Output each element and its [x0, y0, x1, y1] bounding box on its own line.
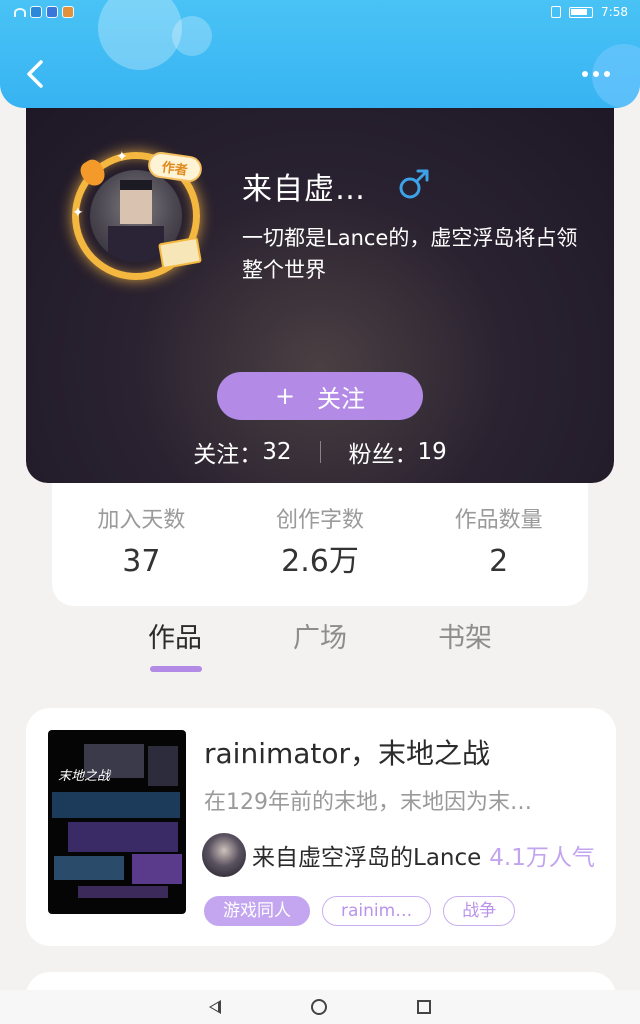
fans-value: 19 — [417, 439, 447, 465]
top-header: 7:58 — [0, 0, 640, 108]
stat-value: 2.6万 — [281, 544, 359, 579]
tag-item[interactable]: 战争 — [443, 896, 516, 926]
cover-title: 末地之战 — [58, 769, 111, 784]
follow-counts: 关注： 32 粉丝： 19 — [26, 432, 614, 472]
status-bar: 7:58 — [0, 0, 640, 26]
vibrate-icon — [551, 6, 562, 18]
notification-icons — [14, 6, 74, 18]
nav-home-icon[interactable] — [311, 999, 327, 1015]
active-tab-indicator — [150, 666, 202, 672]
tab-works[interactable]: 作品 — [130, 616, 220, 676]
male-gender-icon — [399, 169, 429, 199]
status-right: 7:58 — [551, 5, 628, 19]
user-bio: 一切都是Lance的，虚空浮岛将占领整个世界 — [242, 226, 578, 282]
app-notification-icon — [62, 6, 74, 18]
more-dots-icon — [582, 71, 588, 77]
tab-bookshelf[interactable]: 书架 — [420, 616, 510, 676]
nav-back-icon[interactable] — [209, 1000, 221, 1014]
stat-value: 37 — [122, 544, 161, 579]
stat-join-days: 加入天数 37 — [66, 506, 216, 606]
following-value: 32 — [262, 439, 292, 465]
stat-label: 创作字数 — [275, 508, 364, 533]
work-author-row: 来自虚空浮岛的Lance 4.1万人气 — [202, 832, 595, 878]
battery-icon — [569, 6, 594, 18]
work-description: 在129年前的末地，末地因为末… — [204, 790, 532, 815]
author-name[interactable]: 来自虚空浮岛的Lance — [252, 838, 481, 872]
follow-button-label: 关注 — [317, 384, 366, 413]
follow-button[interactable]: + 关注 — [217, 372, 423, 420]
tag-item[interactable]: 游戏同人 — [204, 896, 310, 926]
more-dots-icon — [593, 71, 599, 77]
tab-bar: 作品 广场 书架 — [130, 616, 510, 676]
avatar[interactable]: ✦ ✦ 作者 — [68, 148, 204, 284]
tabs-area: 作品 广场 书架 — [0, 606, 640, 682]
stat-label: 作品数量 — [454, 508, 543, 533]
app-notification-icon — [30, 6, 42, 18]
app-notification-icon — [46, 6, 58, 18]
stat-label: 加入天数 — [97, 508, 186, 533]
work-title[interactable]: rainimator，末地之战 — [204, 732, 490, 772]
tab-square[interactable]: 广场 — [275, 616, 365, 676]
following-count[interactable]: 关注： 32 — [193, 435, 291, 469]
chevron-left-icon — [27, 60, 43, 88]
author-avatar[interactable] — [202, 833, 246, 877]
profile-card: ✦ ✦ 作者 来自虚… 一切都是Lance的，虚空浮岛将占领整个世界 + 关注 … — [26, 96, 614, 483]
sparkle-icon: ✦ — [72, 205, 84, 221]
fans-count[interactable]: 粉丝： 19 — [349, 435, 447, 469]
more-button[interactable] — [578, 62, 614, 86]
more-dots-icon — [604, 71, 610, 77]
tab-label: 广场 — [293, 623, 347, 654]
username: 来自虚… — [242, 172, 366, 207]
work-card[interactable]: 末地之战 rainimator，末地之战 在129年前的末地，末地因为末… 来自… — [26, 708, 616, 946]
tag-item[interactable]: rainim… — [322, 896, 432, 926]
fans-label: 粉丝： — [348, 442, 418, 468]
tab-label: 书架 — [438, 623, 492, 654]
work-cover-image[interactable]: 末地之战 — [48, 730, 186, 914]
stat-word-count: 创作字数 2.6万 — [245, 506, 395, 606]
stat-works-count: 作品数量 2 — [424, 506, 574, 606]
stats-card: 加入天数 37 创作字数 2.6万 作品数量 2 — [52, 470, 588, 606]
status-time: 7:58 — [601, 5, 628, 19]
following-label: 关注： — [193, 442, 263, 468]
book-icon — [158, 236, 202, 270]
popularity-count: 4.1万人气 — [489, 845, 595, 871]
nav-recent-apps-icon[interactable] — [417, 1000, 431, 1014]
work-tags: 游戏同人 rainim… 战争 — [204, 896, 516, 926]
sparkle-icon: ✦ — [116, 149, 128, 165]
plus-icon: + — [274, 382, 296, 410]
divider — [319, 441, 321, 463]
back-button[interactable] — [20, 56, 50, 92]
system-nav-bar — [0, 990, 640, 1024]
tab-label: 作品 — [148, 623, 202, 654]
stat-value: 2 — [489, 544, 509, 579]
wifi-icon — [14, 8, 26, 17]
